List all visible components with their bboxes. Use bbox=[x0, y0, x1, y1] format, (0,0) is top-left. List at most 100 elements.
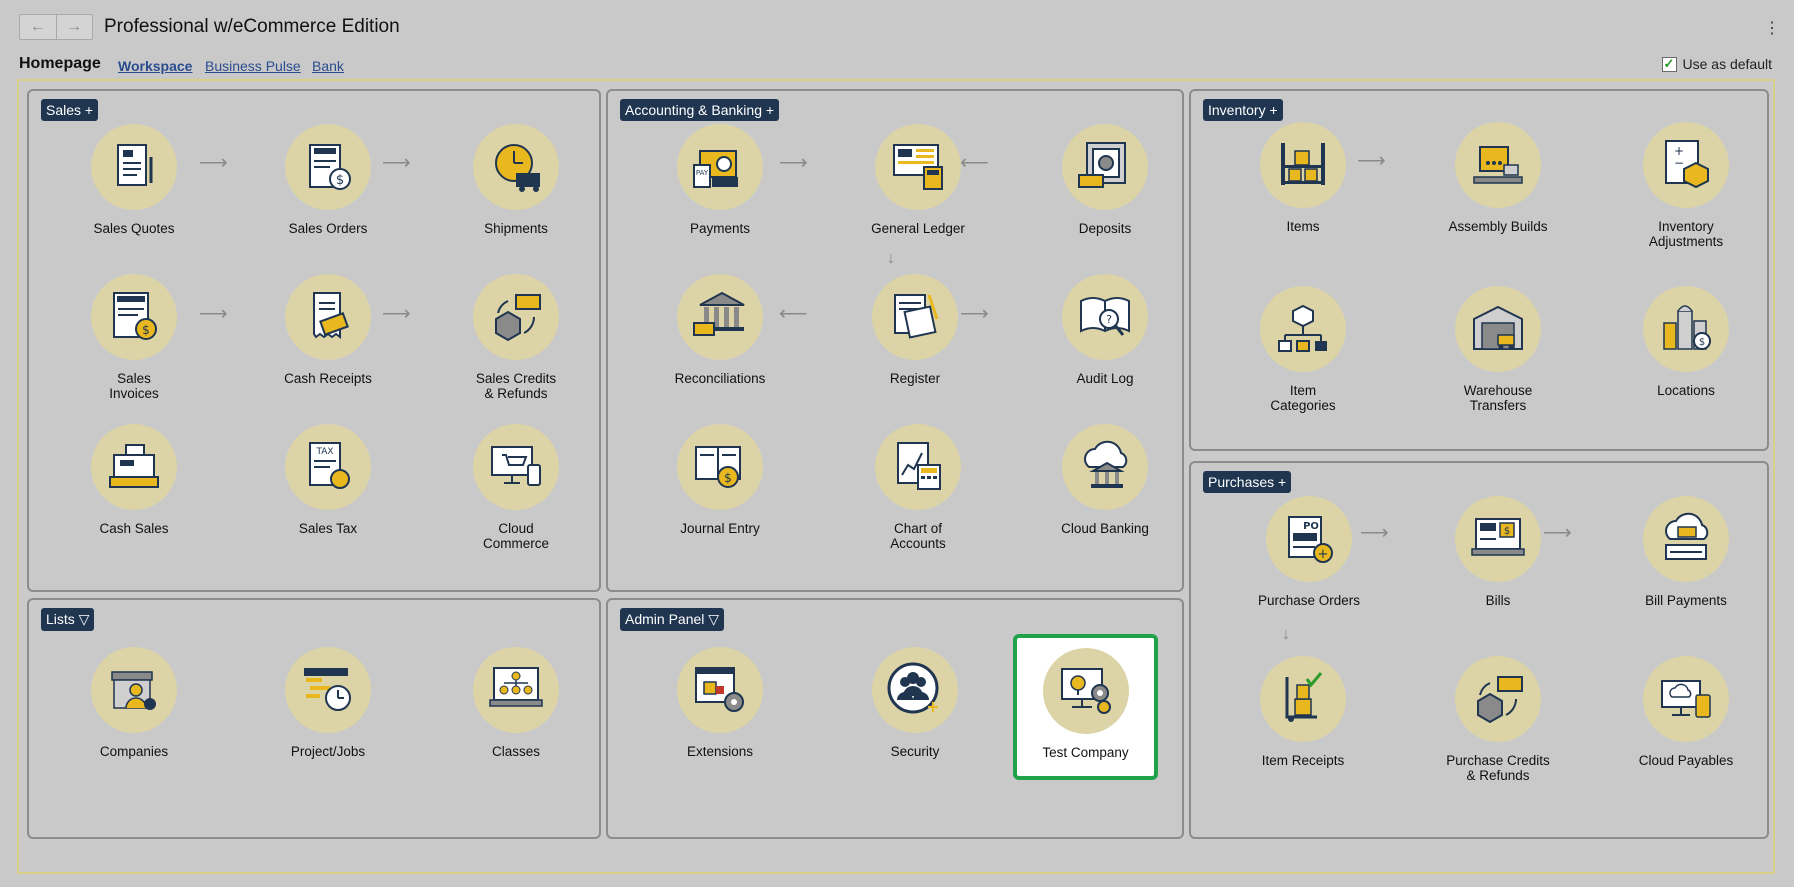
tile-cloud-banking[interactable]: Cloud Banking bbox=[1025, 424, 1185, 536]
tile-deposits[interactable]: Deposits bbox=[1025, 124, 1185, 236]
tile-companies[interactable]: Companies bbox=[54, 647, 214, 759]
tile-cloud-payables[interactable]: Cloud Payables bbox=[1606, 656, 1766, 768]
accounting-banking-panel: Accounting & Banking + PAY Payments ⟶ Ge… bbox=[606, 89, 1184, 592]
tile-sales-credits-refunds[interactable]: Sales Credits & Refunds bbox=[436, 274, 596, 401]
svg-text:+: + bbox=[926, 697, 939, 716]
tile-shipments[interactable]: Shipments bbox=[436, 124, 596, 236]
tile-label: Cash Sales bbox=[99, 521, 169, 536]
svg-text:+: + bbox=[1318, 547, 1329, 562]
tile-label: Sales Quotes bbox=[93, 221, 175, 236]
tile-sales-invoices[interactable]: $ Sales Invoices bbox=[54, 274, 214, 401]
tile-label: Cloud Banking bbox=[1061, 521, 1149, 536]
flow-arrow-icon: ⟶ bbox=[1543, 522, 1572, 544]
use-as-default[interactable]: ✓ Use as default bbox=[1661, 56, 1772, 72]
sales-invoices-icon: $ bbox=[91, 274, 177, 360]
tile-sales-tax[interactable]: TAX Sales Tax bbox=[248, 424, 408, 536]
tile-purchase-orders[interactable]: PO + Purchase Orders bbox=[1229, 496, 1389, 608]
svg-text:$: $ bbox=[724, 471, 732, 485]
item-categories-icon bbox=[1260, 286, 1346, 372]
tile-label: Sales Invoices bbox=[109, 371, 159, 401]
tile-label: Bills bbox=[1485, 593, 1511, 608]
tab-bank[interactable]: Bank bbox=[312, 58, 344, 74]
tile-label: Reconciliations bbox=[674, 371, 766, 386]
tile-cash-sales[interactable]: Cash Sales bbox=[54, 424, 214, 536]
items-shelf-icon bbox=[1260, 122, 1346, 208]
tile-label: Items bbox=[1286, 219, 1320, 234]
general-ledger-icon bbox=[875, 124, 961, 210]
classes-icon bbox=[473, 647, 559, 733]
tile-journal-entry[interactable]: $ Journal Entry bbox=[640, 424, 800, 536]
tile-classes[interactable]: Classes bbox=[436, 647, 596, 759]
forward-arrow-icon[interactable]: → bbox=[55, 15, 93, 39]
sales-quotes-icon bbox=[91, 124, 177, 210]
tile-item-categories[interactable]: Item Categories bbox=[1223, 286, 1383, 413]
tile-assembly-builds[interactable]: Assembly Builds bbox=[1418, 122, 1578, 234]
title-bar: ← → Professional w/eCommerce Edition ⋮ bbox=[0, 0, 1794, 50]
tile-security[interactable]: + Security bbox=[835, 647, 995, 759]
tile-label: General Ledger bbox=[871, 221, 965, 236]
tile-cloud-commerce[interactable]: Cloud Commerce bbox=[436, 424, 596, 551]
tile-locations[interactable]: $ Locations bbox=[1606, 286, 1766, 398]
tile-register[interactable]: Register bbox=[835, 274, 995, 386]
tile-sales-quotes[interactable]: Sales Quotes bbox=[54, 124, 214, 236]
tile-label: Shipments bbox=[484, 221, 548, 236]
tile-item-receipts[interactable]: Item Receipts bbox=[1223, 656, 1383, 768]
item-receipts-icon bbox=[1260, 656, 1346, 742]
flow-arrow-down-icon: ↓ bbox=[1282, 626, 1290, 643]
tile-project-jobs[interactable]: Project/Jobs bbox=[248, 647, 408, 759]
tile-inventory-adjustments[interactable]: + − Inventory Adjustments bbox=[1606, 122, 1766, 249]
tile-label: Classes bbox=[491, 744, 540, 759]
tile-bill-payments[interactable]: Bill Payments bbox=[1606, 496, 1766, 608]
assembly-builds-icon bbox=[1455, 122, 1541, 208]
tile-chart-of-accounts[interactable]: Chart of Accounts bbox=[838, 424, 998, 551]
tile-label: Inventory Adjustments bbox=[1648, 219, 1724, 249]
tile-label: Warehouse Transfers bbox=[1463, 383, 1533, 413]
tile-label: Sales Orders bbox=[288, 221, 368, 236]
flow-arrow-icon: ⟶ bbox=[382, 303, 411, 325]
tile-reconciliations[interactable]: Reconciliations bbox=[640, 274, 800, 386]
flow-arrow-icon: ⟶ bbox=[779, 152, 808, 174]
tile-cash-receipts[interactable]: Cash Receipts bbox=[248, 274, 408, 386]
tile-label: Locations bbox=[1657, 383, 1715, 398]
cloud-commerce-icon bbox=[473, 424, 559, 510]
tile-test-company[interactable]: Test Company bbox=[1013, 634, 1158, 780]
lists-panel-title[interactable]: Lists ▽ bbox=[41, 608, 95, 631]
tile-label: Item Categories bbox=[1270, 383, 1336, 413]
tile-label: Cloud Commerce bbox=[482, 521, 549, 551]
bank-building-icon bbox=[677, 274, 763, 360]
tab-workspace[interactable]: Workspace bbox=[118, 58, 192, 74]
tile-label: Deposits bbox=[1078, 221, 1132, 236]
cloud-banking-icon bbox=[1062, 424, 1148, 510]
tile-purchase-credits-refunds[interactable]: Purchase Credits & Refunds bbox=[1418, 656, 1578, 783]
accounting-panel-title[interactable]: Accounting & Banking + bbox=[620, 99, 780, 121]
admin-panel-title[interactable]: Admin Panel ▽ bbox=[620, 608, 725, 631]
purchases-panel: Purchases + PO + Purchase Orders ⟶ $ Bill… bbox=[1189, 461, 1769, 839]
tile-general-ledger[interactable]: General Ledger bbox=[838, 124, 998, 236]
sales-panel-title[interactable]: Sales + bbox=[41, 99, 99, 121]
tile-audit-log[interactable]: ? Audit Log bbox=[1025, 274, 1185, 386]
use-as-default-checkbox[interactable]: ✓ bbox=[1661, 56, 1677, 72]
more-menu-icon[interactable]: ⋮ bbox=[1764, 18, 1780, 38]
extensions-icon bbox=[677, 647, 763, 733]
tile-bills[interactable]: $ Bills bbox=[1418, 496, 1578, 608]
tile-sales-orders[interactable]: $ Sales Orders bbox=[248, 124, 408, 236]
tile-items[interactable]: Items bbox=[1223, 122, 1383, 234]
tile-warehouse-transfers[interactable]: Warehouse Transfers bbox=[1418, 286, 1578, 413]
history-nav: ← → bbox=[19, 14, 93, 40]
tile-label: Project/Jobs bbox=[290, 744, 366, 759]
svg-text:$: $ bbox=[336, 173, 344, 188]
inventory-panel-title[interactable]: Inventory + bbox=[1203, 99, 1283, 121]
tile-label: Sales Tax bbox=[298, 521, 358, 536]
back-arrow-icon[interactable]: ← bbox=[20, 15, 56, 39]
purchases-panel-title[interactable]: Purchases + bbox=[1203, 471, 1292, 493]
bills-icon: $ bbox=[1455, 496, 1541, 582]
tile-label: Cash Receipts bbox=[284, 371, 372, 386]
journal-entry-icon: $ bbox=[677, 424, 763, 510]
tab-business-pulse[interactable]: Business Pulse bbox=[205, 58, 301, 74]
cash-receipts-icon bbox=[285, 274, 371, 360]
tile-payments[interactable]: PAY Payments bbox=[640, 124, 800, 236]
svg-text:TAX: TAX bbox=[315, 447, 333, 457]
flow-arrow-icon: ⟶ bbox=[199, 303, 228, 325]
svg-text:PO: PO bbox=[1303, 521, 1319, 532]
tile-extensions[interactable]: Extensions bbox=[640, 647, 800, 759]
